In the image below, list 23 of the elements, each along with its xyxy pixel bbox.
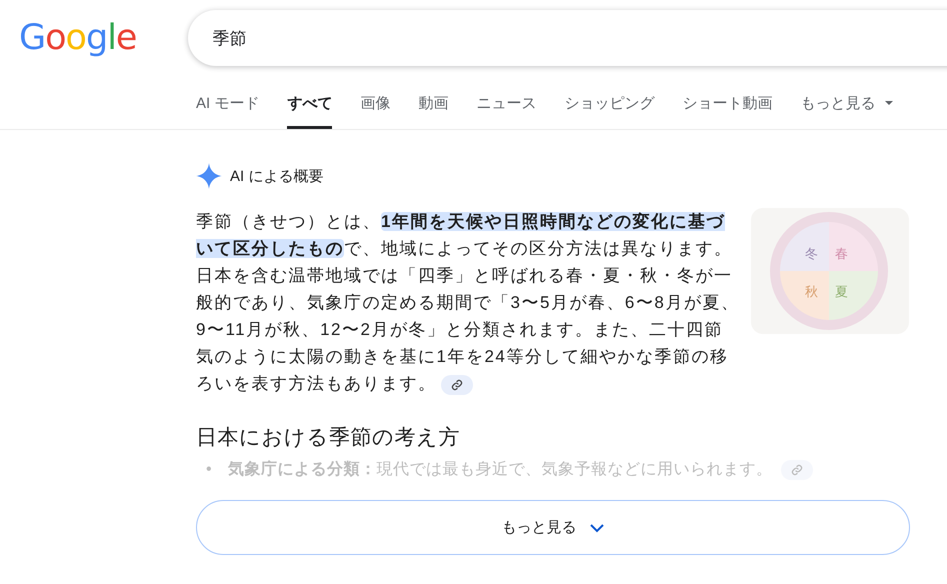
- season-label: 冬: [805, 247, 818, 262]
- search-tab[interactable]: ショッピング: [564, 77, 654, 129]
- summary-paragraph: 季節（きせつ）とは、1年間を天候や日照時間などの変化に基づいて区分したもので、地域によってその区分方法は異なります。日本を含む温帯地域では「四季」と呼ばれる春・夏・秋・冬が一般的であり、気象庁の定める期間で「3〜5月が春、6〜8月が夏、9〜11月が秋、12〜2月が冬」と分類されます。また、二十四節気のように太陽の動きを基に1年を24等分して細やかな季節の移ろいを表す方法もあります。: [196, 211, 740, 397]
- search-field[interactable]: 季節: [188, 10, 947, 66]
- season-label: 秋: [805, 285, 818, 300]
- search-tab[interactable]: ショート動画: [682, 77, 772, 129]
- search-tab[interactable]: すべて: [287, 77, 332, 129]
- chevron-down-icon: [588, 522, 604, 532]
- search-tab[interactable]: 画像: [360, 77, 390, 129]
- google-logo[interactable]: Google: [19, 18, 136, 58]
- show-more-button[interactable]: もっと見る: [196, 500, 910, 555]
- section-heading: 日本における季節の考え方: [196, 425, 461, 451]
- sparkle-icon: [196, 163, 222, 189]
- link-icon[interactable]: [440, 374, 472, 395]
- bullet-text: 気象庁による分類：現代では最も身近で、気象予報などに用いられます。: [228, 459, 772, 480]
- search-tab[interactable]: AI モード: [196, 77, 260, 129]
- search-tab[interactable]: 動画: [418, 77, 448, 129]
- season-label: 春: [835, 247, 848, 262]
- search-tab[interactable]: ニュース: [476, 77, 536, 129]
- season-label: 夏: [835, 285, 848, 300]
- bullet-marker: •: [206, 460, 214, 480]
- search-tab[interactable]: もっと見る: [800, 77, 894, 129]
- section-title: AI による概要: [230, 166, 324, 186]
